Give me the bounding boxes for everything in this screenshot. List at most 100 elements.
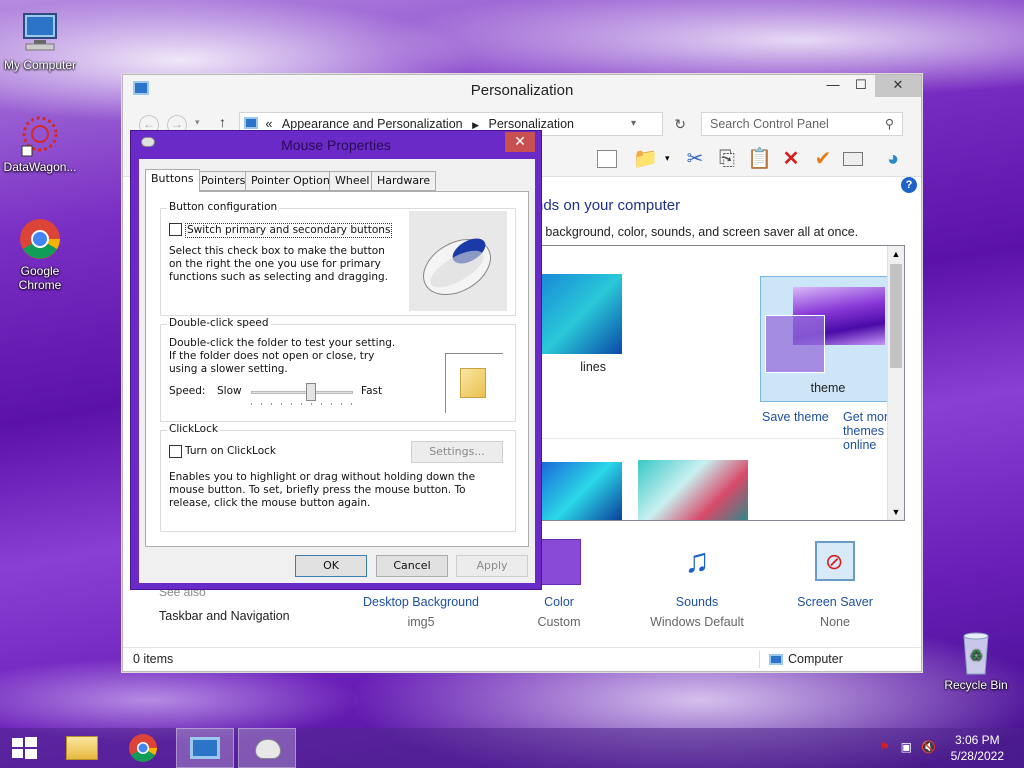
properties-folder-icon[interactable]: 📁 — [633, 147, 658, 171]
taskbar-chrome[interactable] — [114, 728, 172, 768]
theme-name: theme — [810, 381, 846, 395]
theme-list: lines theme Save theme Get more themes o… — [541, 245, 905, 521]
item-label: Sounds — [675, 595, 719, 609]
taskbar-navigation-link[interactable]: Taskbar and Navigation — [159, 609, 290, 623]
dialog-close-button[interactable]: ✕ — [505, 132, 535, 152]
desktop-icon-label: Recycle Bin — [944, 678, 1008, 692]
taskbar-control-panel[interactable] — [176, 728, 234, 768]
ok-button[interactable]: OK — [295, 555, 367, 577]
delete-icon[interactable]: ✕ — [779, 147, 803, 171]
copy-icon[interactable]: ⎘ — [715, 147, 739, 171]
computer-icon — [16, 10, 64, 56]
search-icon[interactable]: ⚲ — [885, 113, 894, 135]
sounds-item[interactable]: ♫ Sounds Windows Default — [627, 541, 767, 629]
rename-icon[interactable] — [843, 152, 863, 166]
layout-icon[interactable] — [597, 150, 617, 168]
breadcrumb-overflow[interactable]: « — [265, 117, 272, 131]
button-configuration-group: Button configuration Switch primary and … — [160, 201, 516, 316]
mouse-icon — [255, 739, 281, 759]
recent-dropdown-icon[interactable]: ▾ — [195, 117, 200, 128]
refresh-icon[interactable]: ↻ — [674, 113, 686, 135]
clicklock-checkbox[interactable] — [169, 445, 182, 458]
speed-label: Speed: — [169, 385, 206, 397]
recycle-bin-icon: ♻ — [952, 630, 1000, 676]
theme-item-flowers[interactable] — [638, 460, 748, 520]
buttons-tab-panel: Button configuration Switch primary and … — [145, 191, 529, 547]
clock-time: 3:06 PM — [954, 733, 1000, 747]
lines-theme-thumbnail — [542, 274, 622, 354]
control-panel-icon — [244, 117, 258, 129]
action-center-flag-icon[interactable]: ⚑ — [879, 740, 890, 754]
speed-slider[interactable] — [251, 383, 353, 405]
dialog-title: Mouse Properties — [281, 137, 391, 153]
screen-saver-item[interactable]: ⊘ Screen Saver None — [765, 541, 905, 629]
desktop-icon-label: My Computer — [3, 58, 77, 72]
start-button[interactable] — [0, 728, 48, 768]
clock[interactable]: 3:06 PM 5/28/2022 — [951, 732, 1004, 764]
search-input[interactable]: Search Control Panel ⚲ — [701, 112, 903, 136]
address-dropdown-icon[interactable]: ▾ — [631, 113, 636, 135]
theme-list-scrollbar[interactable]: ▲ ▼ — [887, 246, 904, 520]
tab-pointers[interactable]: Pointers — [195, 171, 252, 191]
item-value: None — [820, 615, 850, 629]
test-folder-area[interactable] — [445, 353, 503, 413]
search-placeholder: Search Control Panel — [710, 117, 829, 131]
dialog-body: Buttons Pointers Pointer Options Wheel H… — [139, 159, 535, 583]
close-button[interactable]: ✕ — [875, 75, 921, 97]
taskbar: ⚑ ▣ 🔇 3:06 PM 5/28/2022 — [0, 728, 1024, 768]
slider-thumb[interactable] — [306, 383, 316, 401]
desktop-icon-my-computer[interactable]: My Computer — [0, 10, 80, 72]
file-explorer-icon — [66, 736, 98, 760]
save-theme-link[interactable]: Save theme — [762, 410, 829, 424]
maximize-button[interactable]: ☐ — [847, 75, 875, 97]
section-divider — [542, 438, 882, 439]
desktop-icon-datawagon[interactable]: DataWagon... — [0, 112, 80, 174]
mouse-properties-dialog: Mouse Properties ✕ Buttons Pointers Poin… — [130, 130, 542, 590]
desktop-icon-label: DataWagon... — [3, 160, 77, 174]
breadcrumb-personalization[interactable]: Personalization — [489, 117, 574, 131]
properties-dropdown-icon[interactable]: ▾ — [665, 153, 670, 164]
no-entry-icon: ⊘ — [825, 549, 844, 574]
tab-wheel[interactable]: Wheel — [329, 171, 376, 191]
desktop-icon-label: Google Chrome — [18, 264, 62, 292]
svg-text:♻: ♻ — [970, 648, 983, 664]
desktop-icon-google-chrome[interactable]: Google Chrome — [0, 216, 80, 292]
world-icon[interactable]: ◕ — [881, 147, 905, 171]
switch-buttons-label[interactable]: Switch primary and secondary buttons — [185, 223, 393, 238]
volume-muted-icon[interactable]: 🔇 — [921, 740, 936, 754]
tab-buttons[interactable]: Buttons — [145, 169, 200, 192]
up-button[interactable]: ↑ — [219, 114, 226, 130]
folder-icon — [460, 368, 486, 398]
desktop-background-item[interactable]: Desktop Background img5 — [351, 595, 491, 629]
slider-ticks — [251, 403, 353, 405]
scroll-thumb[interactable] — [890, 264, 902, 368]
window-titlebar[interactable]: Personalization — ☐ ✕ — [123, 75, 921, 105]
minimize-button[interactable]: — — [819, 75, 847, 97]
group-label: Double-click speed — [167, 317, 271, 329]
scroll-up-icon[interactable]: ▲ — [888, 246, 904, 262]
network-icon[interactable]: ▣ — [901, 740, 912, 754]
taskbar-file-explorer[interactable] — [54, 728, 112, 768]
tab-hardware[interactable]: Hardware — [371, 171, 437, 191]
chrome-icon — [16, 216, 64, 262]
tab-pointer-options[interactable]: Pointer Options — [245, 171, 342, 191]
theme-item-lines[interactable]: lines — [542, 274, 632, 392]
help-icon[interactable]: ? — [901, 177, 917, 193]
taskbar-mouse-properties[interactable] — [238, 728, 296, 768]
slow-label: Slow — [217, 385, 242, 397]
cancel-button[interactable]: Cancel — [376, 555, 448, 577]
cut-icon[interactable]: ✂ — [683, 147, 707, 171]
desktop-icon-recycle-bin[interactable]: ♻ Recycle Bin — [936, 630, 1016, 692]
mouse-illustration-icon — [423, 238, 491, 295]
paste-icon[interactable]: 📋 — [747, 147, 772, 171]
check-icon[interactable]: ✔ — [811, 147, 835, 171]
clicklock-description: Enables you to highlight or drag without… — [169, 471, 476, 509]
switch-buttons-checkbox[interactable] — [169, 223, 182, 236]
clicklock-label[interactable]: Turn on ClickLock — [185, 445, 276, 458]
clicklock-settings-button[interactable]: Settings... — [411, 441, 503, 463]
breadcrumb-appearance[interactable]: Appearance and Personalization — [282, 117, 463, 131]
scroll-down-icon[interactable]: ▼ — [888, 504, 904, 520]
apply-button[interactable]: Apply — [456, 555, 528, 577]
theme-item-theme[interactable]: theme — [760, 276, 896, 402]
theme-item-blue[interactable] — [542, 462, 622, 520]
